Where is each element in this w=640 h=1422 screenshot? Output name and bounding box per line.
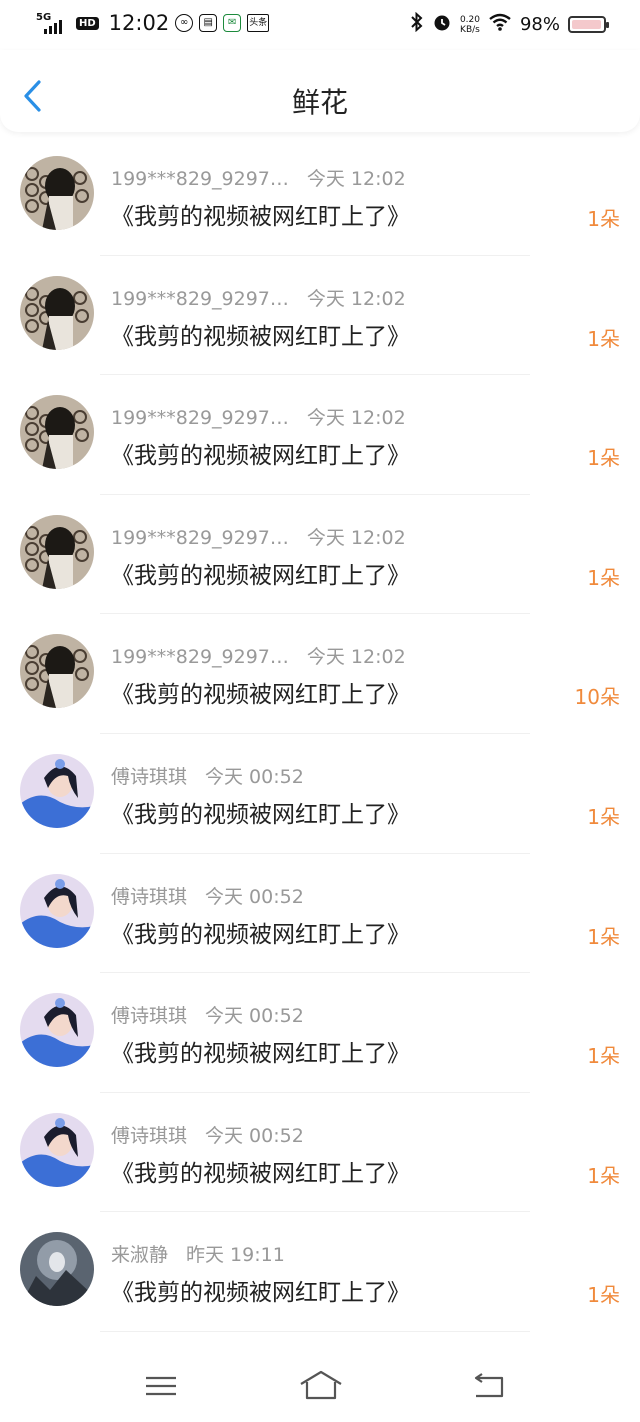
video-title[interactable]: 《我剪的视频被网红盯上了》 <box>111 915 410 949</box>
flower-count: 1朵 <box>587 1283 620 1308</box>
timestamp: 今天 12:02 <box>306 168 406 190</box>
back-icon[interactable] <box>470 1368 510 1404</box>
list-item[interactable]: 傅诗琪琪 今天 00:52 《我剪的视频被网红盯上了》 1朵 <box>0 1093 640 1213</box>
timestamp: 今天 12:02 <box>306 526 406 549</box>
item-meta: 199***829_9297… 今天 12:02 <box>111 403 406 430</box>
net-speed: 0.20 KB/s <box>459 14 480 35</box>
status-right: 0.20 KB/s 98% <box>410 11 609 37</box>
avatar[interactable] <box>20 156 94 230</box>
item-meta: 傅诗琪琪 今天 00:52 <box>111 882 304 909</box>
status-left: 5G HD 12:02 ∞ ▤ ✉ 头条 <box>36 10 270 36</box>
sender-name[interactable]: 199***829_9297… <box>111 646 289 668</box>
flower-count: 1朵 <box>587 446 620 471</box>
list-item[interactable]: 199***829_9297… 今天 12:02 《我剪的视频被网红盯上了》 1朵 <box>0 375 640 495</box>
video-title[interactable]: 《我剪的视频被网红盯上了》 <box>111 675 410 709</box>
soul-app-icon: ∞ <box>175 14 194 32</box>
timestamp: 今天 12:02 <box>306 407 406 430</box>
video-title[interactable]: 《我剪的视频被网红盯上了》 <box>111 1154 410 1188</box>
timestamp: 今天 12:02 <box>306 287 406 310</box>
timestamp: 今天 12:02 <box>306 646 406 669</box>
bluetooth-icon <box>410 11 424 37</box>
flower-count: 1朵 <box>587 326 620 351</box>
item-meta: 傅诗琪琪 今天 00:52 <box>111 762 304 789</box>
flower-count: 1朵 <box>587 207 620 231</box>
flower-count: 1朵 <box>587 1163 620 1188</box>
battery-icon <box>568 16 609 33</box>
sender-name[interactable]: 199***829_9297… <box>111 407 289 429</box>
list-item[interactable]: 傅诗琪琪 今天 00:52 《我剪的视频被网红盯上了》 1朵 <box>0 973 640 1093</box>
list-item[interactable]: 傅诗琪琪 今天 00:52 《我剪的视频被网红盯上了》 1朵 <box>0 734 640 854</box>
sender-name[interactable]: 来淑静 <box>111 1240 168 1267</box>
video-title[interactable]: 《我剪的视频被网红盯上了》 <box>111 317 410 351</box>
item-meta: 199***829_9297… 今天 12:02 <box>111 642 406 669</box>
timestamp: 今天 00:52 <box>205 1124 304 1147</box>
video-title[interactable]: 《我剪的视频被网红盯上了》 <box>111 795 410 829</box>
hd-badge: HD <box>76 16 99 30</box>
item-meta: 傅诗琪琪 今天 00:52 <box>111 1001 304 1028</box>
avatar[interactable] <box>20 514 94 589</box>
page-title: 鲜花 <box>291 86 348 119</box>
title-bar: 鲜花 <box>0 50 640 132</box>
sender-name[interactable]: 199***829_9297… <box>111 168 289 190</box>
sender-name[interactable]: 傅诗琪琪 <box>111 1121 187 1148</box>
timestamp: 昨天 19:11 <box>186 1244 285 1267</box>
calendar-icon: ▤ <box>199 14 218 32</box>
avatar[interactable] <box>20 1112 94 1187</box>
video-title[interactable]: 《我剪的视频被网红盯上了》 <box>111 197 410 231</box>
item-meta: 傅诗琪琪 今天 00:52 <box>111 1121 304 1148</box>
item-meta: 199***829_9297… 今天 12:02 <box>111 164 406 191</box>
video-title[interactable]: 《我剪的视频被网红盯上了》 <box>111 436 410 470</box>
list-item[interactable]: 199***829_9297… 今天 12:02 《我剪的视频被网红盯上了》 1朵 <box>0 495 640 615</box>
flower-count: 1朵 <box>587 924 620 949</box>
avatar[interactable] <box>20 275 94 350</box>
flower-count: 1朵 <box>587 565 620 590</box>
sender-name[interactable]: 傅诗琪琪 <box>111 762 187 789</box>
timestamp: 今天 00:52 <box>205 765 304 788</box>
list-item[interactable]: 199***829_9297… 今天 12:02 《我剪的视频被网红盯上了》 1朵 <box>0 256 640 376</box>
list-item[interactable]: 傅诗琪琪 今天 00:52 《我剪的视频被网红盯上了》 1朵 <box>0 854 640 974</box>
flower-count: 10朵 <box>574 685 620 710</box>
toutiao-icon: 头条 <box>247 14 270 32</box>
clock: 12:02 <box>108 11 170 35</box>
list-item[interactable]: 199***829_9297… 今天 12:02 《我剪的视频被网红盯上了》 10朵 <box>0 614 640 734</box>
list-item[interactable]: 199***829_9297… 今天 12:02 《我剪的视频被网红盯上了》 1朵 <box>0 136 640 256</box>
sender-name[interactable]: 傅诗琪琪 <box>111 882 187 909</box>
timestamp: 今天 00:52 <box>205 1005 304 1028</box>
flower-count: 1朵 <box>587 804 620 829</box>
avatar[interactable] <box>20 753 94 828</box>
divider <box>100 1330 530 1332</box>
sender-name[interactable]: 傅诗琪琪 <box>111 1001 187 1028</box>
item-meta: 来淑静 昨天 19:11 <box>111 1240 285 1267</box>
wifi-icon <box>488 12 512 37</box>
sender-name[interactable]: 199***829_9297… <box>111 288 289 310</box>
avatar[interactable] <box>20 395 94 470</box>
menu-icon[interactable] <box>141 1368 181 1404</box>
post-icon: ✉ <box>223 14 242 32</box>
alarm-icon <box>432 12 452 37</box>
home-icon[interactable] <box>298 1368 344 1404</box>
flower-count: 1朵 <box>587 1044 620 1069</box>
flower-gift-list: 199***829_9297… 今天 12:02 《我剪的视频被网红盯上了》 1朵 19… <box>0 136 640 1332</box>
video-title[interactable]: 《我剪的视频被网红盯上了》 <box>111 556 410 590</box>
sender-name[interactable]: 199***829_9297… <box>111 527 289 549</box>
battery-percent: 98% <box>519 14 560 35</box>
avatar[interactable] <box>20 1232 94 1307</box>
avatar[interactable] <box>20 993 94 1068</box>
status-bar: 5G HD 12:02 ∞ ▤ ✉ 头条 0.20 KB/s 98% <box>0 0 640 50</box>
item-meta: 199***829_9297… 今天 12:02 <box>111 284 406 311</box>
video-title[interactable]: 《我剪的视频被网红盯上了》 <box>111 1273 410 1307</box>
item-meta: 199***829_9297… 今天 12:02 <box>111 523 406 550</box>
signal-icon: 5G <box>36 10 70 36</box>
avatar[interactable] <box>20 634 94 709</box>
video-title[interactable]: 《我剪的视频被网红盯上了》 <box>111 1034 410 1068</box>
list-item[interactable]: 来淑静 昨天 19:11 《我剪的视频被网红盯上了》 1朵 <box>0 1212 640 1332</box>
system-nav-bar <box>0 1350 640 1422</box>
timestamp: 今天 00:52 <box>205 885 304 908</box>
avatar[interactable] <box>20 873 94 948</box>
